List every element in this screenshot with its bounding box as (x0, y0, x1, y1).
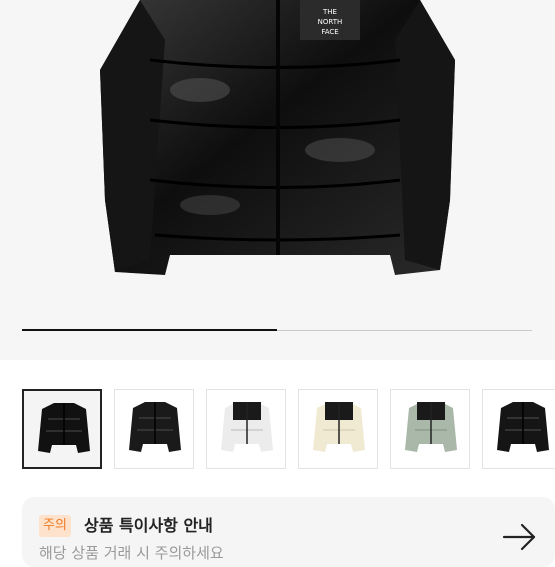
notice-description: 해당 상품 거래 시 주의하세요 (39, 544, 224, 562)
thumbnail-black-matte[interactable] (114, 389, 194, 469)
thumbnail-black-shiny[interactable] (22, 389, 102, 469)
thumbnail-black-2[interactable] (482, 389, 555, 469)
image-carousel-progress (22, 329, 277, 331)
arrow-right-icon[interactable] (500, 517, 540, 557)
svg-text:NORTH: NORTH (318, 18, 343, 26)
product-image[interactable]: THE NORTH FACE (0, 0, 555, 360)
jacket-illustration: THE NORTH FACE (100, 0, 455, 275)
product-notice-card[interactable]: 주의 상품 특이사항 안내 해당 상품 거래 시 주의하세요 (22, 497, 555, 567)
notice-title: 상품 특이사항 안내 (84, 516, 213, 535)
thumbnail-cream[interactable] (298, 389, 378, 469)
thumbnail-strip (22, 389, 555, 469)
thumbnail-white[interactable] (206, 389, 286, 469)
thumbnail-sage[interactable] (390, 389, 470, 469)
svg-text:FACE: FACE (321, 28, 338, 36)
caution-badge: 주의 (39, 515, 71, 537)
svg-text:THE: THE (322, 8, 337, 16)
